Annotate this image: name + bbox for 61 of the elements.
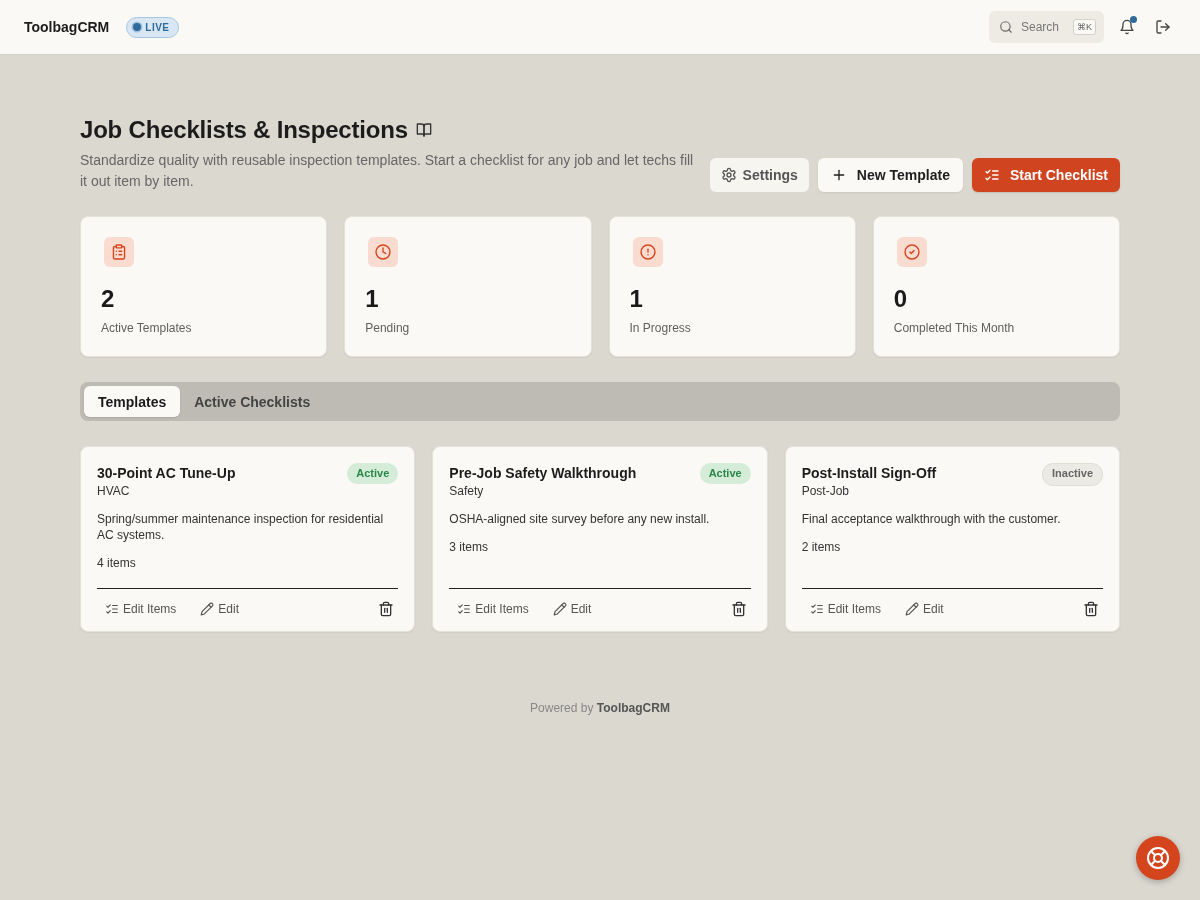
edit-button[interactable]: Edit xyxy=(544,599,600,619)
stat-label: Active Templates xyxy=(101,320,192,336)
pencil-icon xyxy=(905,602,919,616)
edit-button[interactable]: Edit xyxy=(192,599,248,619)
edit-button[interactable]: Edit xyxy=(897,599,952,619)
footer-text: Powered by ToolbagCRM xyxy=(530,701,670,715)
trash-icon xyxy=(1083,601,1099,617)
template-description: Spring/summer maintenance inspection for residential AC systems. xyxy=(97,511,385,543)
gear-icon xyxy=(720,167,737,183)
template-title: Post-Install Sign-Off xyxy=(801,464,937,483)
checklist-icon xyxy=(983,167,1000,183)
template-description: OSHA-aligned site survey before any new install. xyxy=(449,511,711,527)
tab[interactable]: Active Checklists xyxy=(180,386,325,417)
checklist-icon xyxy=(809,602,824,616)
live-label: LIVE xyxy=(145,21,170,33)
pencil-icon xyxy=(552,602,567,616)
status-badge: Inactive xyxy=(1042,463,1103,486)
logout-icon xyxy=(1155,19,1171,35)
clipboard-list-icon xyxy=(101,237,137,267)
page-subtitle: Standardize quality with reusable inspection templates. Start a checklist for any job and let techs fill it out item by item. xyxy=(80,151,694,191)
search-label: Search xyxy=(1020,20,1059,34)
help-button[interactable] xyxy=(1136,836,1180,880)
shortcut-key: ⌘K xyxy=(1073,19,1096,35)
stat-value: 2 xyxy=(101,284,115,314)
edit-items-button[interactable]: Edit Items xyxy=(97,599,185,619)
item-count: 2 items xyxy=(801,539,842,555)
template-title: Pre-Job Safety Walkthrough xyxy=(449,464,637,483)
search-button[interactable]: Search ⌘K xyxy=(988,11,1104,43)
checklist-icon xyxy=(105,602,119,616)
tab[interactable]: Templates xyxy=(84,386,181,417)
stat-label: Pending xyxy=(365,320,410,336)
start-checklist-button[interactable]: Start Checklist xyxy=(971,158,1120,192)
status-badge: Active xyxy=(699,463,751,484)
stat-label: In Progress xyxy=(629,320,691,336)
edit-items-button[interactable]: Edit Items xyxy=(449,599,537,619)
book-icon[interactable] xyxy=(415,122,432,138)
stat-label: Completed This Month xyxy=(893,320,1015,336)
template-title: 30-Point AC Tune-Up xyxy=(97,464,236,483)
item-count: 3 items xyxy=(449,539,489,555)
bell-icon xyxy=(1119,19,1135,35)
search-icon xyxy=(998,20,1013,34)
template-category: Safety xyxy=(449,483,485,499)
new-template-button[interactable]: New Template xyxy=(817,158,963,192)
trash-icon xyxy=(730,601,747,617)
stat-value: 0 xyxy=(893,284,908,314)
life-buoy-icon xyxy=(1146,846,1170,870)
settings-button[interactable]: Settings xyxy=(709,158,809,192)
stat-value: 1 xyxy=(629,284,643,314)
status-badge: Active xyxy=(347,463,399,484)
page-title: Job Checklists & Inspections xyxy=(80,116,408,144)
brand-name: ToolbagCRM xyxy=(24,19,110,35)
template-category: HVAC xyxy=(97,483,131,499)
pencil-icon xyxy=(200,602,215,616)
edit-items-button[interactable]: Edit Items xyxy=(801,599,889,619)
live-dot-icon xyxy=(133,23,142,31)
template-category: Post-Job xyxy=(801,483,850,499)
trash-icon xyxy=(378,601,395,617)
checklist-icon xyxy=(457,602,472,616)
stat-value: 1 xyxy=(365,284,379,314)
item-count: 4 items xyxy=(97,555,137,571)
template-description: Final acceptance walkthrough with the customer. xyxy=(801,511,1062,527)
